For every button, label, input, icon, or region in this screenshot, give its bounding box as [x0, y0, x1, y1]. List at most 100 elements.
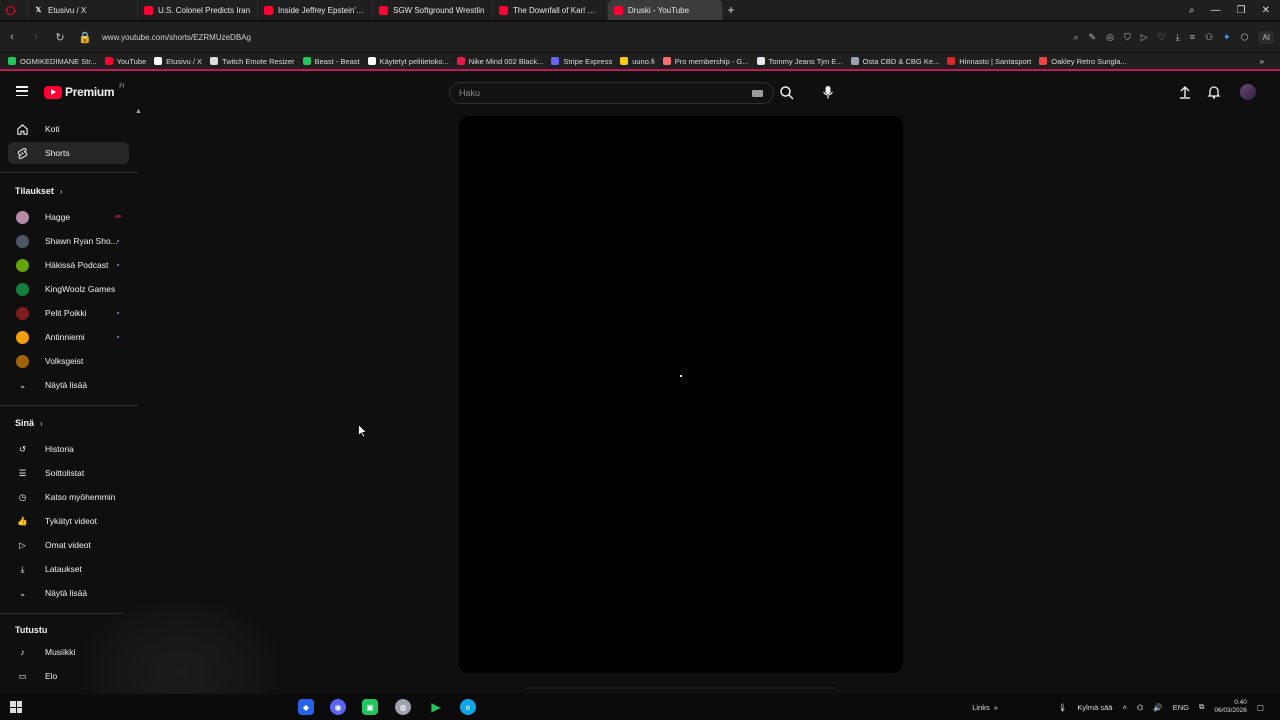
- profile-icon[interactable]: ⚇: [1205, 32, 1213, 43]
- app-green-icon[interactable]: ▣: [362, 699, 378, 715]
- tab-1[interactable]: U.S. Colonel Predicts Iran: [138, 0, 258, 20]
- shorts-progress-bar[interactable]: [526, 687, 836, 689]
- forward-icon[interactable]: ›: [30, 31, 42, 43]
- keyboard-icon[interactable]: [752, 90, 763, 97]
- cube-icon[interactable]: ⬡: [1241, 32, 1249, 43]
- sidebar-item-watch-later[interactable]: ◷ Katso myöhemmin: [8, 486, 129, 508]
- discord-icon[interactable]: ◉: [330, 699, 346, 715]
- lock-icon[interactable]: 🔒: [78, 31, 92, 44]
- language-indicator[interactable]: ENG: [1173, 703, 1189, 712]
- youtube-premium-logo[interactable]: Premium FI: [44, 84, 125, 99]
- new-tab-button[interactable]: +: [723, 0, 739, 20]
- search-icon[interactable]: [779, 85, 795, 101]
- extension-icon[interactable]: ✦: [1223, 32, 1231, 43]
- sidebar-item-downloads[interactable]: ⤓ Lataukset: [8, 558, 129, 580]
- tab-0[interactable]: 𝕏 Etusivu / X: [28, 0, 138, 20]
- bookmark-item[interactable]: Osta CBD & CBG Ke...: [850, 57, 939, 66]
- bookmark-item[interactable]: Tommy Jeans Tjm E...: [756, 57, 843, 66]
- minimize-icon[interactable]: —: [1211, 5, 1221, 16]
- network-icon[interactable]: ⌬: [1137, 703, 1144, 712]
- shield-icon[interactable]: ⛉: [1124, 32, 1131, 43]
- notifications-bell-icon[interactable]: [1206, 84, 1222, 100]
- sidebar-item-shorts[interactable]: Shorts: [8, 142, 129, 164]
- sidebar-item-liked[interactable]: 👍 Tykätyt videot: [8, 510, 129, 532]
- chevron-double-right-icon[interactable]: »: [994, 703, 998, 712]
- bookmark-item[interactable]: Nike Mind 002 Black...: [456, 57, 543, 66]
- bookmark-item[interactable]: OGMIKEDIMANE Str...: [8, 57, 97, 66]
- camera-icon[interactable]: ◎: [1106, 32, 1114, 43]
- reload-icon[interactable]: ↻: [54, 31, 66, 44]
- subscriptions-header[interactable]: Tilaukset ›: [15, 186, 63, 196]
- bookmark-label: Twitch Emote Resizer: [222, 56, 295, 66]
- bookmarks-overflow-button[interactable]: »: [1260, 57, 1280, 66]
- download-icon[interactable]: ⤓: [1176, 32, 1180, 43]
- bookmark-item[interactable]: Beast - Beast: [302, 57, 360, 66]
- edge-icon[interactable]: e: [460, 699, 476, 715]
- shorts-video-player[interactable]: [459, 116, 903, 673]
- account-avatar[interactable]: [1240, 84, 1256, 100]
- explore-title: Tutustu: [15, 625, 48, 635]
- sidebar-divider: [0, 613, 125, 614]
- sidebar-item-channel[interactable]: Pelit Poikki: [8, 302, 129, 324]
- url-field[interactable]: www.youtube.com/shorts/EZRMUzeDBAg: [102, 33, 251, 42]
- guide-menu-icon[interactable]: [16, 86, 28, 96]
- notifications-icon[interactable]: ▢: [1257, 703, 1264, 712]
- bookmark-item[interactable]: Etusivu / X: [154, 57, 202, 66]
- weather-text[interactable]: Kylmä sää: [1077, 703, 1112, 712]
- browser-menu-button[interactable]: [0, 0, 28, 20]
- heart-icon[interactable]: ♡: [1158, 32, 1166, 43]
- ai-button[interactable]: AI: [1258, 30, 1274, 44]
- tab-4[interactable]: The Downfall of Karl Malo: [493, 0, 608, 20]
- terminal-icon[interactable]: ▶: [428, 699, 444, 715]
- show-more-subscriptions[interactable]: ⌄ Näytä lisää: [8, 374, 129, 396]
- menu-icon[interactable]: ≡: [1190, 32, 1195, 42]
- back-icon[interactable]: ‹: [6, 31, 18, 43]
- bookmark-item[interactable]: Pro membership - G...: [662, 57, 749, 66]
- tab-2[interactable]: Inside Jeffrey Epstein's 'G: [258, 0, 373, 20]
- bookmark-item[interactable]: uuno.fi: [620, 57, 655, 66]
- close-icon[interactable]: ✕: [1262, 5, 1270, 16]
- app-icon[interactable]: ◆: [298, 699, 314, 715]
- microphone-icon[interactable]: [820, 84, 836, 100]
- edit-icon[interactable]: ✎: [1089, 32, 1097, 43]
- volume-icon[interactable]: 🔊: [1153, 703, 1162, 712]
- show-more-you[interactable]: ⌄ Näytä lisää: [8, 582, 129, 604]
- search-page-icon[interactable]: ⌕: [1073, 32, 1078, 43]
- bookmark-item[interactable]: Stripe Express: [551, 57, 612, 66]
- bookmark-item[interactable]: Twitch Emote Resizer: [210, 57, 295, 66]
- create-upload-icon[interactable]: [1177, 84, 1193, 100]
- address-bar: ‹ › ↻ 🔒 www.youtube.com/shorts/EZRMUzeDB…: [0, 22, 1280, 52]
- youtube-icon: [499, 5, 508, 15]
- play-icon[interactable]: ▷: [1141, 32, 1148, 43]
- bookmark-label: OGMIKEDIMANE Str...: [20, 56, 97, 66]
- loading-indicator: [680, 375, 682, 377]
- extra-tray-icon[interactable]: ⧉: [1199, 702, 1204, 712]
- tab-3[interactable]: SGW Softground Wrestlin: [373, 0, 493, 20]
- search-tabs-icon[interactable]: ⌕: [1189, 5, 1195, 16]
- sidebar-item-label: Antinniemi: [45, 332, 85, 342]
- sidebar-item-channel[interactable]: KingWoolz Games: [8, 278, 129, 300]
- bookmark-item[interactable]: Hinnasto | Santasport: [947, 57, 1031, 66]
- sidebar-item-channel[interactable]: Antinniemi: [8, 326, 129, 348]
- windows-start-icon[interactable]: [10, 701, 22, 713]
- app-gray-icon[interactable]: ◍: [395, 699, 411, 715]
- tab-5[interactable]: Druski - YouTube: [608, 0, 723, 20]
- sidebar-item-channel[interactable]: Häkissä Podcast: [8, 254, 129, 276]
- chevron-up-icon[interactable]: ▲: [135, 108, 142, 115]
- sidebar-item-home[interactable]: Koti: [8, 118, 129, 140]
- bookmark-item[interactable]: YouTube: [104, 57, 146, 66]
- sidebar-item-channel[interactable]: Volksgeist: [8, 350, 129, 372]
- clock[interactable]: 0.40 06/03/2026: [1214, 699, 1247, 715]
- bookmark-item[interactable]: Käytetyt pelitietoko...: [367, 57, 449, 66]
- you-header[interactable]: Sinä ›: [15, 418, 43, 428]
- links-toolbar[interactable]: Links: [972, 703, 990, 712]
- chevron-up-icon[interactable]: ˄: [1122, 703, 1126, 712]
- search-input[interactable]: Haku: [449, 82, 774, 104]
- sidebar-item-your-videos[interactable]: ▷ Omat videot: [8, 534, 129, 556]
- maximize-icon[interactable]: ❐: [1237, 5, 1246, 16]
- sidebar-item-history[interactable]: ↺ Historia: [8, 438, 129, 460]
- sidebar-item-channel[interactable]: Hagge: [8, 206, 129, 228]
- sidebar-item-channel[interactable]: Shawn Ryan Sho...: [8, 230, 129, 252]
- bookmark-item[interactable]: Oakley Retro Sungla...: [1039, 57, 1127, 66]
- sidebar-item-playlists[interactable]: ☰ Soittolistat: [8, 462, 129, 484]
